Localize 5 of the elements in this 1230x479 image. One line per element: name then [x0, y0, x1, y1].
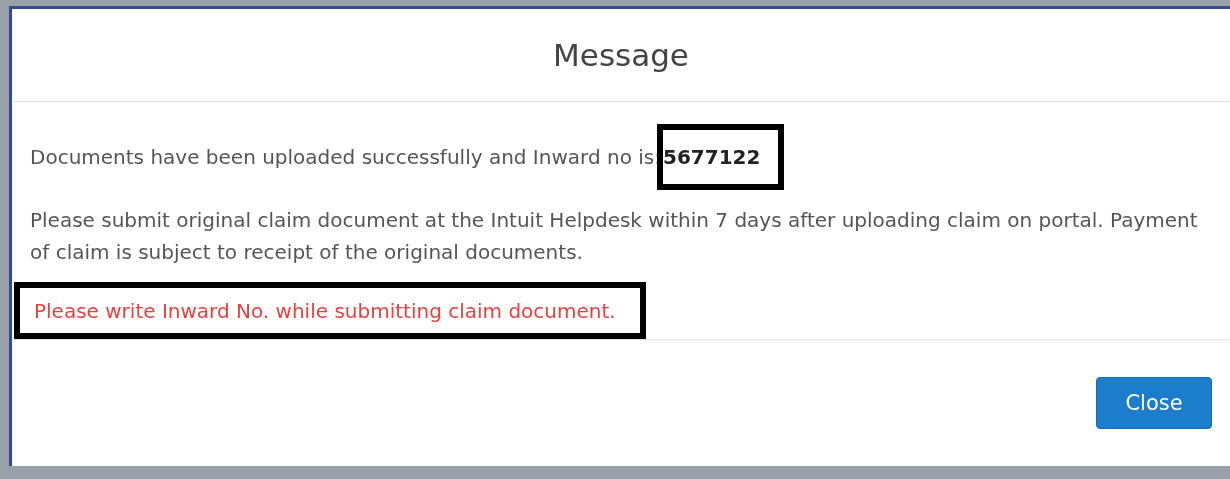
close-button[interactable]: Close — [1096, 377, 1212, 429]
warning-message: Please write Inward No. while submitting claim document. — [14, 282, 646, 339]
dialog-title: Message — [553, 37, 689, 73]
message-text: Please submit original claim document at the Intuit Helpdesk within 7 days after uploading claim on portal. Payment of claim is subject to receipt of the original documents. — [30, 207, 1199, 266]
inward-number: 5677122 — [656, 124, 785, 190]
